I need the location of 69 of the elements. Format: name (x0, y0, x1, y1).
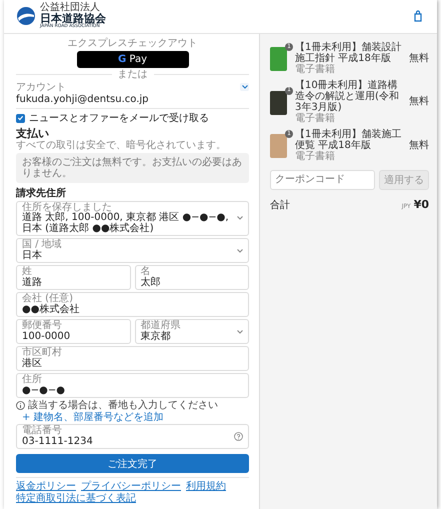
field-value: 道路 太郎, 100-0000, 東京都 港区 ●−●−●, 日本 (道路太郎 ●●株式会社) (22, 213, 230, 234)
select-field[interactable]: 住所を保存しました 道路 太郎, 100-0000, 東京都 港区 ●−●−●, 日本 (道路太郎 ●●株式会社) (16, 200, 249, 236)
field-label: 市区町村 (22, 348, 63, 358)
product-title: 【10冊未利用】道路構造令の解説と運用(令和3年3月版) (295, 80, 400, 113)
or-divider-label: または (118, 68, 148, 80)
help-icon (234, 432, 243, 442)
footer-link[interactable]: 特定商取引法に基づく表記 (16, 493, 136, 504)
product-type: 電子書籍 (295, 150, 335, 162)
google-pay-button[interactable]: G Pay (76, 50, 188, 68)
field-value: 日本 (22, 250, 43, 262)
billing-address-heading: 請求先住所 (16, 188, 67, 199)
express-checkout-label: エクスプレスチェックアウト (68, 38, 198, 49)
field-value: 100-0000 (22, 332, 72, 342)
input-field[interactable]: 会社 (任意) ●●株式会社 (16, 292, 249, 318)
field-label: 姓 (22, 267, 32, 278)
footer-link[interactable]: 返金ポリシー (16, 481, 76, 492)
field-value: 太郎 (140, 278, 162, 288)
input-field[interactable]: 市区町村 港区 (16, 346, 249, 372)
field-label: 会社 (任意) (22, 294, 73, 304)
footer-link[interactable]: プライバシーポリシー (81, 481, 181, 492)
info-icon (16, 401, 25, 410)
field-value: ●●株式会社 (22, 304, 80, 316)
input-field[interactable]: 姓 道路 (16, 265, 130, 290)
field-value: 道路 (22, 278, 43, 288)
chevron-down-icon (242, 85, 248, 90)
field-value: 03-1111-1234 (22, 436, 94, 448)
free-order-notice: お客様のご注文は無料です。お支払いの必要はありません。 (16, 152, 249, 183)
payment-heading: 支払い (16, 128, 50, 140)
field-value: ●−●−● (22, 386, 66, 396)
field-label: 名 (140, 267, 151, 278)
add-address-line-link[interactable]: + 建物名、部屋番号などを追加 (22, 412, 249, 424)
select-field[interactable]: 都道府県 東京都 (134, 319, 249, 344)
chevron-down-icon (237, 216, 243, 220)
field-value: 東京都 (140, 332, 172, 342)
field-label: 住所を保存しました (22, 202, 112, 213)
newsletter-label: ニュースとオファーをメールで受け取る (29, 112, 209, 124)
product-price: 無料 (409, 140, 429, 151)
input-field[interactable]: 住所 ●−●−● (16, 373, 249, 398)
globe-logo-icon (16, 6, 36, 26)
input-field[interactable]: 名 太郎 (134, 265, 249, 290)
field-value: 港区 (22, 358, 43, 370)
chevron-down-icon (237, 248, 243, 253)
account-label: アカウント (16, 82, 66, 93)
footer-link[interactable]: 利用規約 (186, 481, 226, 492)
account-toggle[interactable] (240, 83, 249, 92)
organization-type: 公益社団法人 (40, 3, 101, 13)
field-label: 都道府県 (140, 321, 182, 332)
newsletter-checkbox[interactable] (16, 114, 25, 123)
field-label: 住所 (22, 375, 43, 386)
product-title: 【1冊未利用】舗装設計施工指針 平成18年版 (295, 42, 402, 64)
chevron-down-icon (237, 330, 243, 334)
product-price: 無料 (409, 96, 429, 108)
payment-subtitle: すべての取引は安全で、暗号化されています。 (16, 140, 227, 151)
field-label: 電話番号 (22, 426, 63, 436)
address-hint: 該当する場合は、番地も入力してください (28, 400, 218, 412)
product-type: 電子書籍 (295, 64, 336, 75)
product-title: 【1冊未利用】舗装施工便覧 平成18年版 (295, 128, 402, 151)
field-label: 国 / 地域 (22, 240, 63, 250)
account-email: fukuda.yohji@dentsu.co.jp (16, 94, 150, 105)
field-label: 郵便番号 (22, 321, 63, 332)
select-field[interactable]: 国 / 地域 日本 (16, 238, 249, 264)
total-label: 合計 (270, 200, 290, 211)
input-field[interactable]: 郵便番号 100-0000 (16, 319, 130, 344)
shopping-bag-icon (413, 10, 423, 22)
complete-order-button[interactable]: ご注文完了 (16, 454, 249, 474)
total-amount: ¥0 (414, 198, 429, 211)
product-price: 無料 (409, 52, 429, 64)
input-field[interactable]: 電話番号 03-1111-1234 (16, 424, 249, 450)
product-type: 電子書籍 (295, 112, 335, 124)
